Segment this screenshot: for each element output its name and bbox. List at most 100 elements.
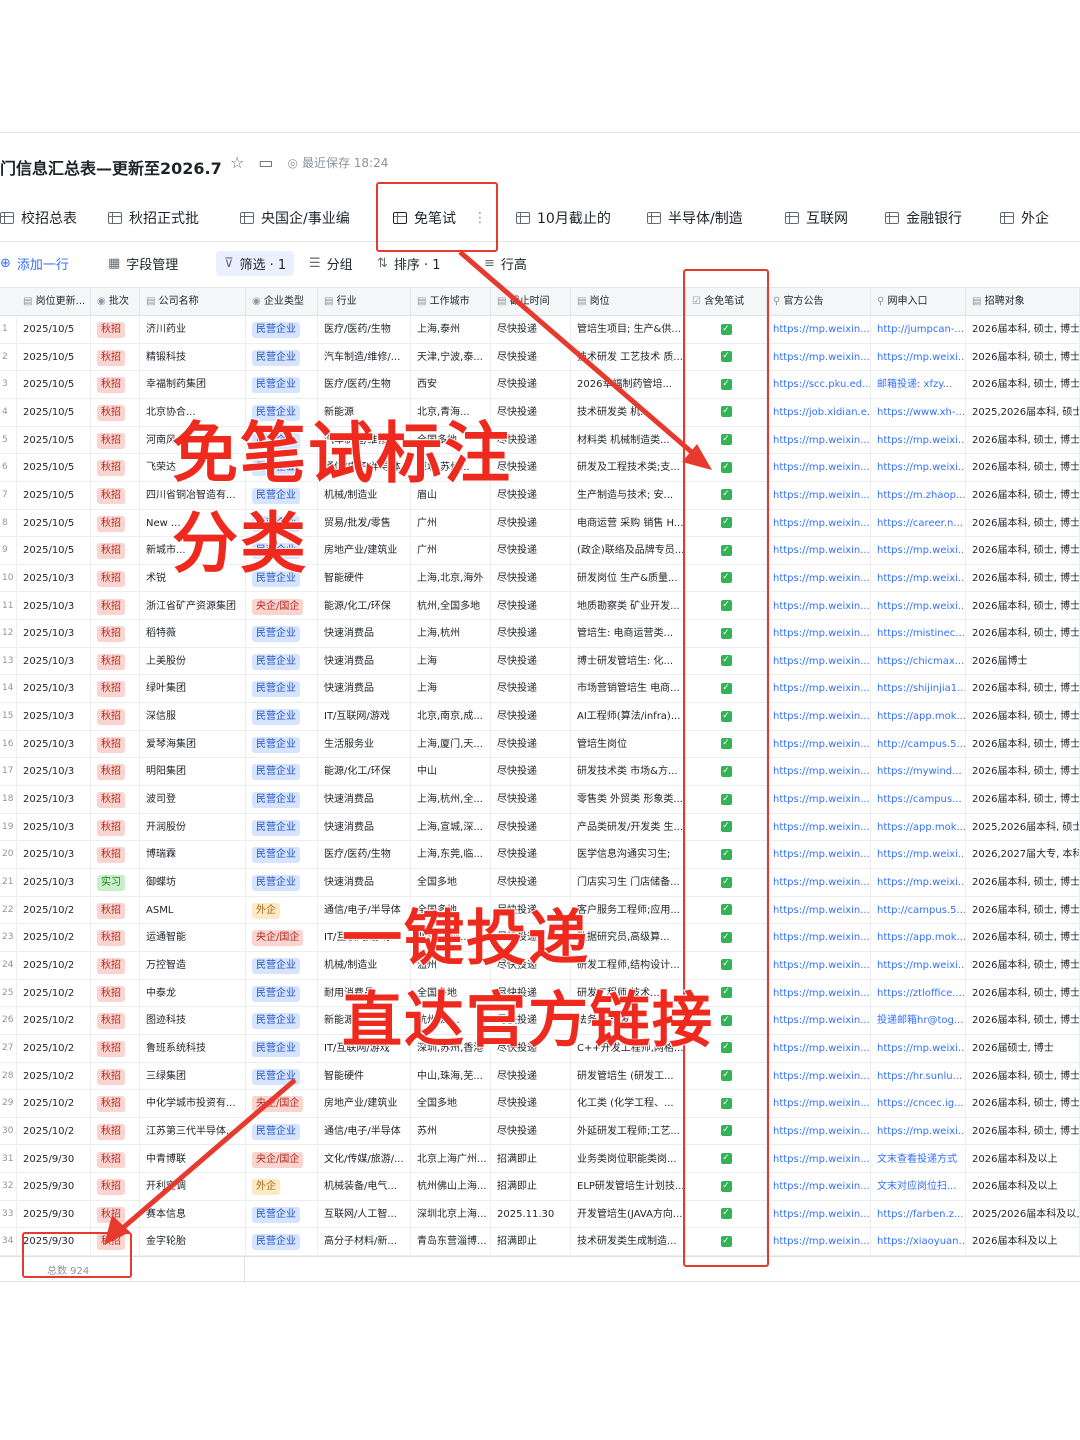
- cell-apply-link[interactable]: https://www.xh-...: [871, 398, 966, 426]
- cell-work-city[interactable]: 上海,东莞,临...: [411, 841, 491, 869]
- cell-company-name[interactable]: 中泰龙: [140, 979, 246, 1007]
- cell-target[interactable]: 2026届本科, 硕士, 博士: [966, 924, 1080, 952]
- cell-industry[interactable]: 医疗/医药/生物: [318, 316, 411, 343]
- link[interactable]: https://mp.weixin....: [773, 822, 870, 833]
- cell-update-date[interactable]: 2025/10/5: [17, 454, 91, 482]
- cell-apply-link[interactable]: https://mp.weixi...: [871, 869, 966, 896]
- cell-deadline[interactable]: 尽快投递: [491, 371, 571, 399]
- cell-target[interactable]: 2026届本科, 硕士, 博士: [966, 869, 1080, 896]
- cell-apply-link[interactable]: https://mp.weixi...: [871, 537, 966, 565]
- checkbox-checked-icon[interactable]: ✓: [720, 959, 732, 971]
- cell-position[interactable]: 化工类 (化学工程、...: [571, 1090, 686, 1118]
- cell-official-notice[interactable]: https://mp.weixin....: [767, 813, 871, 841]
- cell-official-notice[interactable]: https://mp.weixin....: [767, 841, 871, 869]
- cell-work-city[interactable]: 上海,杭州,全...: [411, 786, 491, 814]
- cell-row-number[interactable]: 15: [0, 703, 17, 731]
- cell-batch[interactable]: 秋招: [91, 1200, 140, 1228]
- link[interactable]: https://mp.weixin....: [773, 1236, 870, 1247]
- cell-work-city[interactable]: 中山,珠海,芜...: [411, 1062, 491, 1090]
- cell-no-written-test[interactable]: ✓: [686, 564, 767, 592]
- cell-batch[interactable]: 秋招: [91, 1034, 140, 1062]
- link[interactable]: https://mp.weixin....: [773, 1126, 870, 1137]
- cell-official-notice[interactable]: https://mp.weixin....: [767, 979, 871, 1007]
- cell-no-written-test[interactable]: ✓: [686, 620, 767, 648]
- cell-update-date[interactable]: 2025/10/2: [17, 1062, 91, 1090]
- cell-industry[interactable]: 房地产业/建筑业: [318, 1090, 411, 1118]
- cell-no-written-test[interactable]: ✓: [686, 1228, 767, 1256]
- cell-company-name[interactable]: 江苏第三代半导体...: [140, 1117, 246, 1145]
- cell-batch[interactable]: 秋招: [91, 564, 140, 592]
- link[interactable]: https://shijinjia1...: [877, 683, 965, 694]
- cell-apply-link[interactable]: 文末查看投递方式: [871, 1145, 966, 1173]
- table-row[interactable]: 18 2025/10/3 秋招 波司登 民营企业 快速消费品 上海,杭州,全... 尽快投递零…: [0, 786, 1080, 814]
- cell-batch[interactable]: 秋招: [91, 841, 140, 869]
- cell-update-date[interactable]: 2025/10/5: [17, 481, 91, 509]
- cell-batch[interactable]: 秋招: [91, 730, 140, 758]
- cell-deadline[interactable]: 尽快投递: [491, 564, 571, 592]
- cell-apply-link[interactable]: 文末对应岗位扫...: [871, 1173, 966, 1201]
- link[interactable]: https://career.n...: [877, 518, 963, 529]
- table-row[interactable]: 29 2025/10/2 秋招 中化学城市投资有... 央企/国企 房地产业/建筑业 全国多…: [0, 1090, 1080, 1118]
- cell-row-number[interactable]: 17: [0, 758, 17, 786]
- cell-position[interactable]: 管培生项目; 生产&供...: [571, 316, 686, 343]
- link[interactable]: https://m.zhaop...: [877, 490, 965, 501]
- cell-target[interactable]: 2026届本科, 硕士, 博士: [966, 951, 1080, 979]
- cell-official-notice[interactable]: https://mp.weixin....: [767, 481, 871, 509]
- cell-update-date[interactable]: 2025/10/2: [17, 979, 91, 1007]
- cell-company-type[interactable]: 央企/国企: [246, 1145, 318, 1173]
- cell-official-notice[interactable]: https://mp.weixin....: [767, 1228, 871, 1256]
- cell-update-date[interactable]: 2025/10/2: [17, 924, 91, 952]
- cell-company-name[interactable]: 赛本信息: [140, 1200, 246, 1228]
- cell-position[interactable]: 2026幸福制药管培...: [571, 371, 686, 399]
- cell-deadline[interactable]: 尽快投递: [491, 537, 571, 565]
- table-row[interactable]: 11 2025/10/3 秋招 浙江省矿产资源集团 央企/国企 能源/化工/环保 杭州,全国…: [0, 592, 1080, 621]
- cell-work-city[interactable]: 杭州,全国多地: [411, 592, 491, 620]
- cell-batch[interactable]: 秋招: [91, 896, 140, 924]
- cell-row-number[interactable]: 7: [0, 481, 17, 509]
- cell-work-city[interactable]: 天津,宁波,泰...: [411, 343, 491, 371]
- cell-company-name[interactable]: 图迹科技: [140, 1007, 246, 1035]
- link[interactable]: https://mp.weixin....: [773, 932, 870, 943]
- cell-industry[interactable]: 快速消费品: [318, 675, 411, 703]
- cell-target[interactable]: 2026届本科, 硕士, 博士: [966, 537, 1080, 565]
- link[interactable]: http://campus.5...: [877, 739, 965, 750]
- cell-official-notice[interactable]: https://mp.weixin....: [767, 1007, 871, 1035]
- link[interactable]: https://mp.weixin....: [773, 739, 870, 750]
- checkbox-checked-icon[interactable]: ✓: [720, 351, 732, 363]
- cell-work-city[interactable]: 广州: [411, 509, 491, 537]
- cell-apply-link[interactable]: http://jumpcan-...: [871, 316, 966, 343]
- tab-state-owned[interactable]: 央国企/事业编: [240, 194, 350, 242]
- cell-batch[interactable]: 秋招: [91, 343, 140, 371]
- cell-company-type[interactable]: 民营企业: [246, 647, 318, 675]
- link[interactable]: https://farben.z...: [877, 1209, 963, 1220]
- checkbox-checked-icon[interactable]: ✓: [720, 1125, 732, 1137]
- cell-industry[interactable]: 文化/传媒/旅游/...: [318, 1145, 411, 1173]
- cell-update-date[interactable]: 2025/10/3: [17, 758, 91, 786]
- cell-row-number[interactable]: 3: [0, 371, 17, 399]
- checkbox-checked-icon[interactable]: ✓: [720, 1235, 732, 1247]
- cell-company-type[interactable]: 民营企业: [246, 1034, 318, 1062]
- link[interactable]: https://chicmax...: [877, 656, 964, 667]
- cell-industry[interactable]: 智能硬件: [318, 1062, 411, 1090]
- cell-apply-link[interactable]: 投递邮箱hr@tog...: [871, 1007, 966, 1035]
- cell-batch[interactable]: 秋招: [91, 371, 140, 399]
- cell-no-written-test[interactable]: ✓: [686, 1173, 767, 1201]
- link[interactable]: https://mp.weixin....: [773, 601, 870, 612]
- cell-row-number[interactable]: 25: [0, 979, 17, 1007]
- cell-batch[interactable]: 秋招: [91, 1007, 140, 1035]
- checkbox-checked-icon[interactable]: ✓: [720, 572, 732, 584]
- cell-official-notice[interactable]: https://mp.weixin....: [767, 730, 871, 758]
- cell-company-type[interactable]: 民营企业: [246, 813, 318, 841]
- cell-update-date[interactable]: 2025/9/30: [17, 1228, 91, 1256]
- cell-work-city[interactable]: 中山: [411, 758, 491, 786]
- cell-apply-link[interactable]: https://ztloffice....: [871, 979, 966, 1007]
- cell-company-type[interactable]: 央企/国企: [246, 1090, 318, 1118]
- cell-company-name[interactable]: 开利空调: [140, 1173, 246, 1201]
- cell-deadline[interactable]: 尽快投递: [491, 1062, 571, 1090]
- cell-work-city[interactable]: 上海,杭州: [411, 620, 491, 648]
- table-row[interactable]: 2 2025/10/5 秋招 精锻科技 民营企业 汽车制造/维修/... 天津,宁波,泰..…: [0, 343, 1080, 372]
- checkbox-checked-icon[interactable]: ✓: [720, 378, 732, 390]
- checkbox-checked-icon[interactable]: ✓: [720, 627, 732, 639]
- cell-industry[interactable]: 快速消费品: [318, 786, 411, 814]
- cell-company-type[interactable]: 民营企业: [246, 869, 318, 896]
